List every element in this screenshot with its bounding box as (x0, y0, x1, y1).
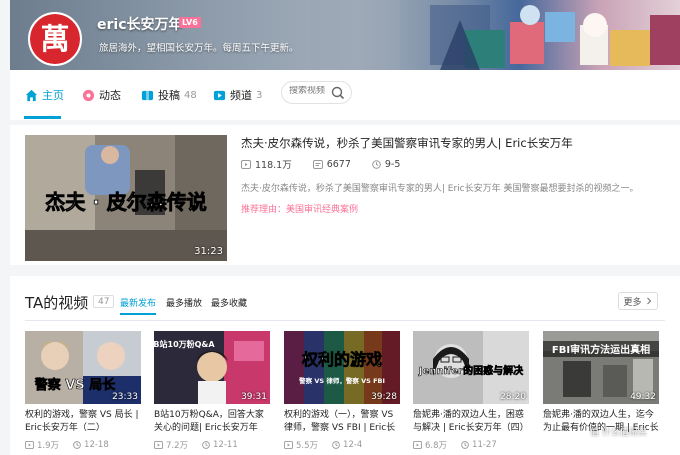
featured-title[interactable]: 杰夫·皮尔森传说，秒杀了美国警察审讯专家的男人| Eric长安万年 (241, 135, 573, 151)
videos-count: 47 (93, 295, 115, 308)
play-count-icon (284, 441, 293, 449)
tab-posts-count: 48 (184, 89, 197, 101)
featured-date: 9-5 (384, 158, 401, 170)
date-icon (202, 441, 210, 449)
date-icon (461, 441, 469, 449)
video-thumb-text: FBI审讯方法运出真相 (552, 343, 650, 356)
featured-danmaku: 6677 (326, 158, 351, 170)
chevron-right-icon (646, 297, 651, 305)
tab-channels-count: 3 (256, 89, 263, 101)
video-title[interactable]: B站10万粉Q&A，回答大家关心的问题| Eric长安万年 (154, 409, 270, 435)
featured-thumbnail-image: 杰夫 · 皮尔森传说 (25, 135, 227, 261)
tab-home-label: 主页 (42, 89, 64, 102)
dynamic-icon (82, 89, 95, 101)
video-thumb-text: 警察 VS 局长 (35, 377, 116, 393)
video-date: 12-4 (343, 440, 363, 450)
search-icon[interactable] (331, 86, 345, 100)
featured-description: 杰夫·皮尔森传说，秒杀了美国警察审讯专家的男人| Eric长安万年 美国警察最想… (241, 184, 639, 194)
video-card[interactable]: 权利的游戏 警察 VS 律师，警察 VS FBI 39:28 权利的游戏（一），… (284, 331, 400, 451)
tab-most-played[interactable]: 最多播放 (166, 296, 202, 309)
tab-dynamic-label: 动态 (99, 89, 121, 102)
featured-thumb-text: 杰夫 · 皮尔森传说 (45, 190, 207, 214)
banner-artwork (310, 0, 680, 70)
featured-meta: 118.1万 6677 9-5 (241, 157, 421, 171)
tab-home[interactable]: 主页 (25, 87, 64, 103)
avatar-glyph: 萬 (40, 21, 70, 56)
posts-icon (141, 90, 154, 100)
video-title[interactable]: 詹妮弗·潘的双边人生，困惑与解决 | Eric长安万年（四） (413, 409, 529, 435)
profile-banner: 萬 eric长安万年 LV6 旅居海外，望相国长安万年。每周五下午更新。 (10, 0, 680, 70)
video-plays: 1.9万 (37, 441, 60, 451)
video-duration: 28:20 (500, 392, 526, 402)
avatar[interactable]: 萬 (28, 12, 82, 66)
featured-thumbnail[interactable]: 杰夫 · 皮尔森传说 31:23 (25, 135, 227, 261)
video-thumbnail[interactable]: B站10万粉Q&A 39:31 (154, 331, 270, 404)
video-card[interactable]: 警察 VS 局长 23:33 权利的游戏，警察 VS 局长 | Eric长安万年… (25, 331, 141, 451)
video-meta: 1.9万 12-18 (25, 439, 141, 451)
date-icon (73, 441, 81, 449)
video-thumb-text: Jennifer的困惑与解决 (418, 364, 524, 377)
date-icon (332, 441, 340, 449)
tab-most-favorited[interactable]: 最多收藏 (211, 296, 247, 309)
video-thumbnail[interactable]: Jennifer的困惑与解决 28:20 (413, 331, 529, 404)
video-thumb-text: B站10万粉Q&A (154, 339, 215, 349)
channel-icon (213, 90, 226, 100)
level-badge: LV6 (179, 17, 201, 28)
tab-dynamic[interactable]: 动态 (82, 87, 121, 103)
space-nav: 主页 动态 投稿 48 频道 3 (10, 70, 680, 120)
video-date: 12-11 (213, 440, 238, 450)
avatar-logo: 萬 (30, 14, 80, 64)
featured-video: 杰夫 · 皮尔森传说 31:23 杰夫·皮尔森传说，秒杀了美国警察审讯专家的男人… (10, 125, 680, 265)
tab-posts[interactable]: 投稿 48 (141, 87, 197, 103)
video-thumb-text: 权利的游戏 (301, 350, 382, 369)
signature: 旅居海外，望相国长安万年。每周五下午更新。 (99, 43, 299, 54)
video-duration: 39:28 (371, 392, 397, 402)
video-duration: 49:32 (630, 392, 656, 402)
video-thumbnail[interactable]: 权利的游戏 警察 VS 律师，警察 VS FBI 39:28 (284, 331, 400, 404)
search-input[interactable] (289, 86, 331, 96)
more-label: 更多 (623, 297, 642, 308)
video-thumbnail[interactable]: FBI审讯方法运出真相 49:32 (543, 331, 659, 404)
video-duration: 39:31 (241, 392, 267, 402)
video-card[interactable]: B站10万粉Q&A 39:31 B站10万粉Q&A，回答大家关心的问题| Eri… (154, 331, 270, 451)
video-meta: 6.8万 11-27 (413, 439, 529, 451)
search-box (281, 81, 352, 104)
featured-recommend-reason: 推荐理由：美国审讯经典案例 (241, 205, 359, 215)
video-tab-indicator (120, 313, 156, 315)
video-thumbnail[interactable]: 警察 VS 局长 23:33 (25, 331, 141, 404)
danmaku-icon (312, 159, 323, 169)
video-duration: 23:33 (112, 392, 138, 402)
videos-title: TA的视频 (25, 294, 89, 312)
video-meta: 7.2万 12-11 (154, 439, 270, 451)
video-thumb-subtext: 警察 VS 律师，警察 VS FBI (299, 376, 385, 385)
home-icon (25, 89, 38, 101)
site-watermark: 值 什么值得买 (590, 428, 647, 438)
featured-duration: 31:23 (194, 246, 223, 257)
video-plays: 6.8万 (425, 441, 448, 451)
tab-channels-label: 频道 (230, 89, 252, 102)
video-plays: 7.2万 (166, 441, 189, 451)
videos-section: TA的视频 47 最新发布 最多播放 最多收藏 更多 警察 VS 局长 23:3… (10, 276, 680, 455)
date-icon (372, 159, 381, 169)
video-plays: 5.5万 (296, 441, 319, 451)
play-count-icon (25, 441, 34, 449)
tab-posts-label: 投稿 (158, 89, 180, 102)
video-title[interactable]: 权利的游戏（一），警察 VS 律师，警察 VS FBI | Eric长安 (284, 409, 400, 435)
play-count-icon (413, 441, 422, 449)
tab-channels[interactable]: 频道 3 (213, 87, 262, 103)
video-card[interactable]: FBI审讯方法运出真相 49:32 詹妮弗·潘的双边人生，迄今为止最有价值的一期… (543, 331, 659, 435)
active-tab-indicator (24, 116, 61, 119)
section-divider (25, 320, 665, 321)
video-date: 12-18 (84, 440, 109, 450)
username: eric长安万年 (97, 17, 183, 33)
more-button[interactable]: 更多 (618, 292, 658, 310)
video-date: 11-27 (472, 440, 497, 450)
play-count-icon (154, 441, 163, 449)
video-title[interactable]: 权利的游戏，警察 VS 局长 | Eric长安万年（二） (25, 409, 141, 435)
play-count-icon (241, 159, 251, 169)
featured-plays: 118.1万 (255, 160, 292, 171)
video-card[interactable]: Jennifer的困惑与解决 28:20 詹妮弗·潘的双边人生，困惑与解决 | … (413, 331, 529, 451)
video-meta: 5.5万 12-4 (284, 439, 400, 451)
tab-latest[interactable]: 最新发布 (120, 296, 156, 309)
